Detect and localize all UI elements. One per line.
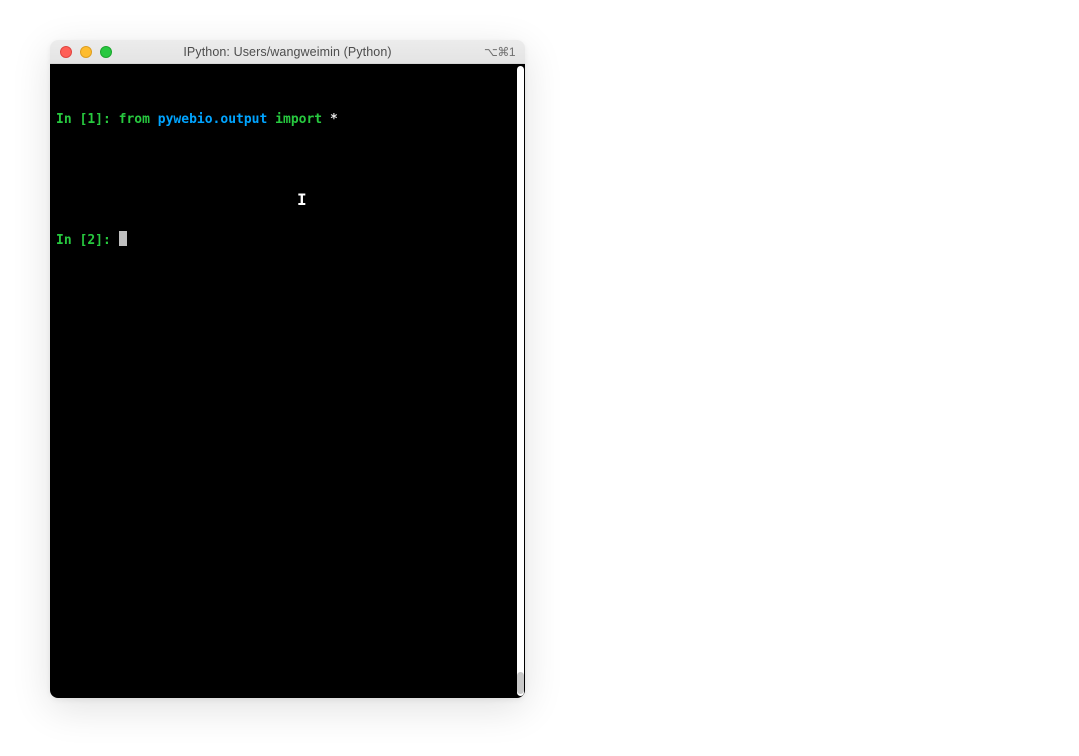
scrollbar-track <box>517 66 524 696</box>
titlebar[interactable]: IPython: Users/wangweimin (Python) ⌥⌘1 <box>50 40 525 64</box>
window-shortcut: ⌥⌘1 <box>484 45 515 59</box>
traffic-lights <box>60 46 112 58</box>
ibeam-cursor-icon: I <box>297 188 307 213</box>
prompt-suffix: ]: <box>95 233 118 248</box>
scrollbar-thumb[interactable] <box>517 672 524 694</box>
terminal-line-2: In [2]: <box>56 231 510 251</box>
scrollbar[interactable] <box>516 64 525 698</box>
prompt-suffix: ]: <box>95 112 118 127</box>
terminal-area: In [1]: from pywebio.output import * In … <box>50 64 525 698</box>
text-cursor <box>119 231 127 246</box>
import-star: * <box>330 112 338 127</box>
kw-import: import <box>275 112 322 127</box>
terminal-blank-line <box>56 171 510 191</box>
kw-from: from <box>119 112 150 127</box>
prompt-num: 1 <box>87 112 95 127</box>
prompt-num: 2 <box>87 233 95 248</box>
close-icon[interactable] <box>60 46 72 58</box>
prompt-prefix: In [ <box>56 112 87 127</box>
window-title: IPython: Users/wangweimin (Python) <box>50 45 525 59</box>
module-name: pywebio.output <box>158 112 268 127</box>
terminal-window: IPython: Users/wangweimin (Python) ⌥⌘1 I… <box>50 40 525 698</box>
minimize-icon[interactable] <box>80 46 92 58</box>
zoom-icon[interactable] <box>100 46 112 58</box>
terminal[interactable]: In [1]: from pywebio.output import * In … <box>50 64 516 698</box>
prompt-prefix: In [ <box>56 233 87 248</box>
terminal-line-1: In [1]: from pywebio.output import * <box>56 110 510 130</box>
